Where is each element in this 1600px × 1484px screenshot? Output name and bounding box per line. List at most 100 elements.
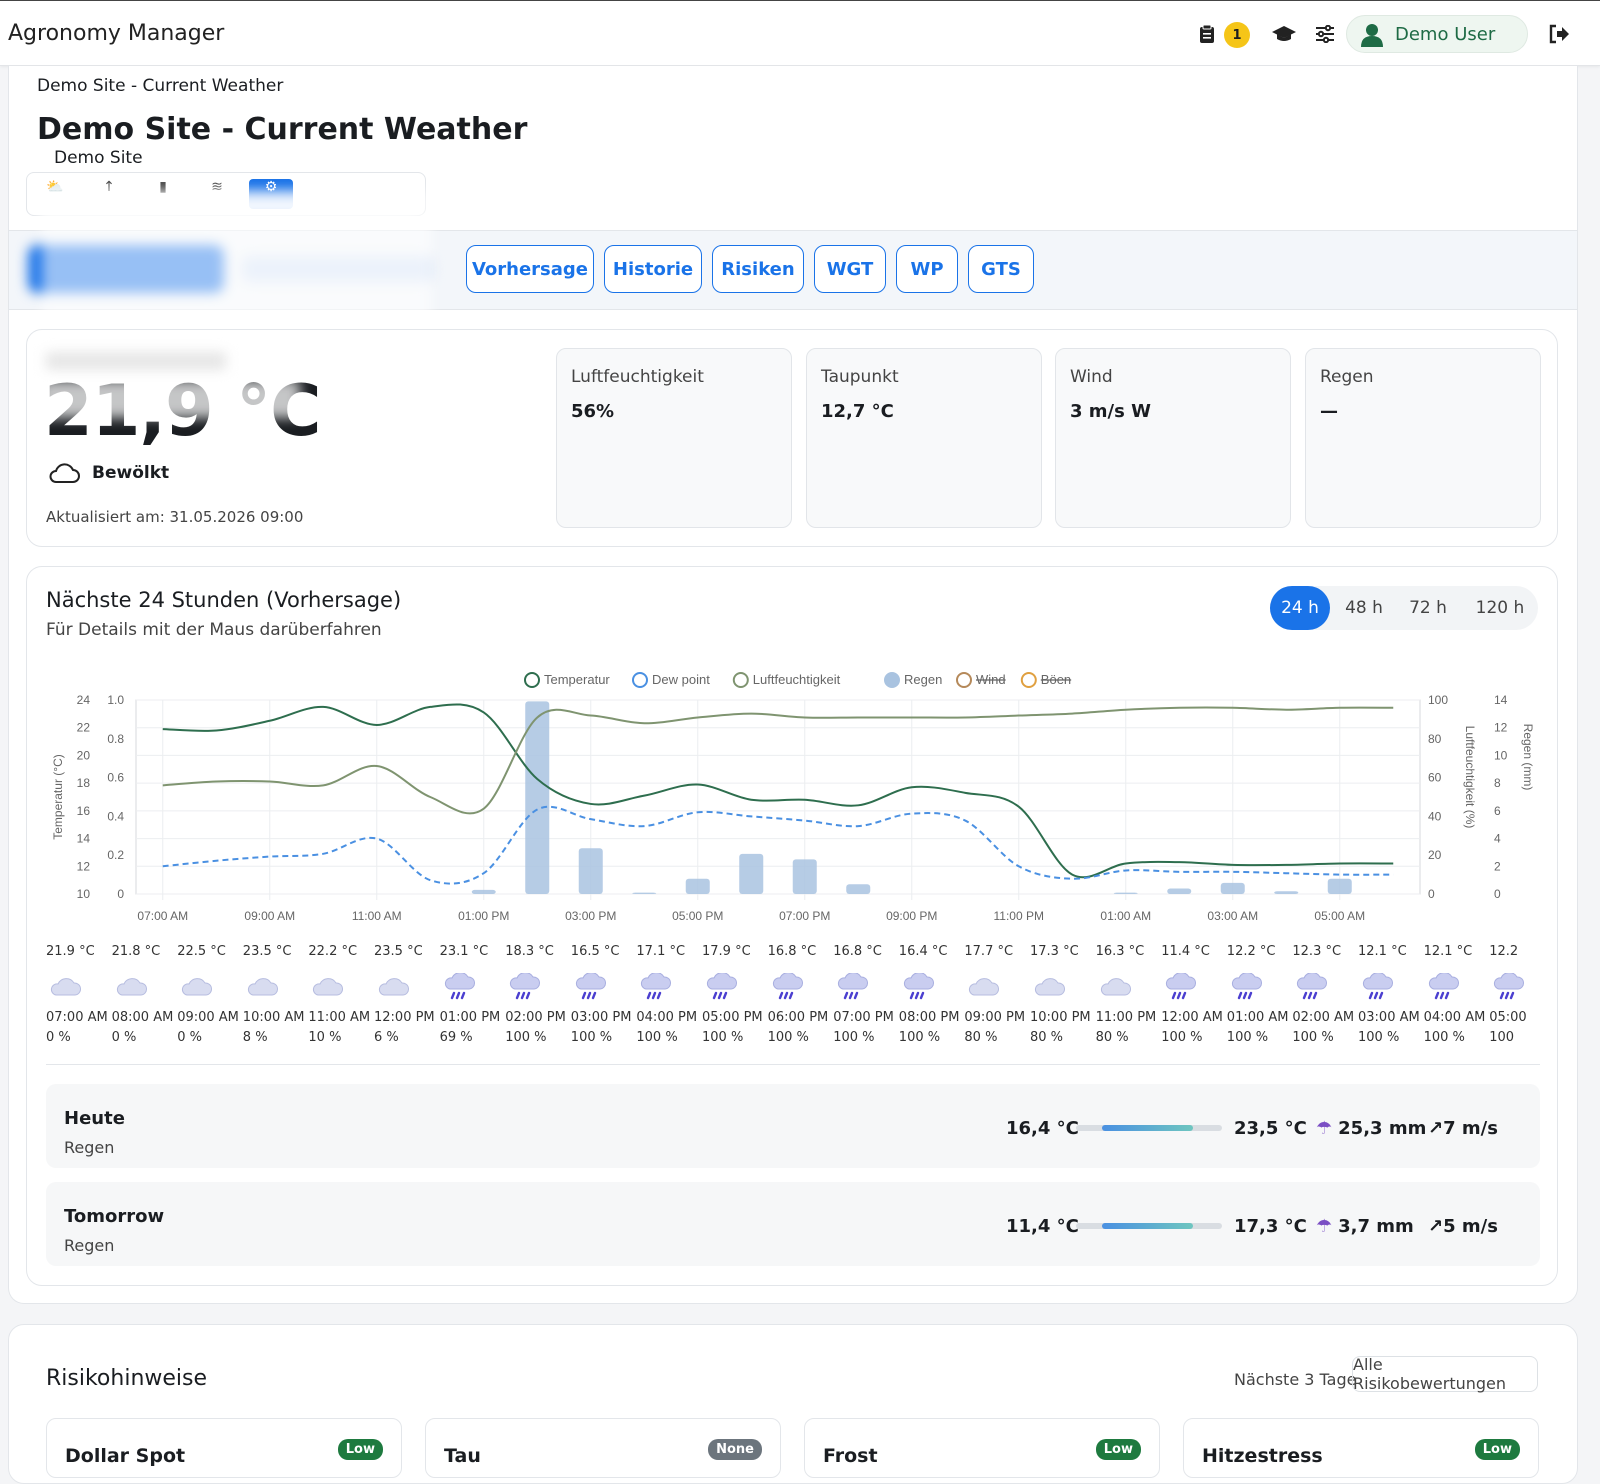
hourly-item[interactable]: 17.1 °C 04:00 PM 100 % bbox=[636, 944, 702, 1050]
hourly-item[interactable]: 17.7 °C 09:00 PM 80 % bbox=[964, 944, 1030, 1050]
hourly-item[interactable]: 23.5 °C 12:00 PM 6 % bbox=[374, 944, 440, 1050]
hour-probability: 100 % bbox=[898, 1030, 941, 1045]
hourly-item[interactable]: 22.2 °C 11:00 AM 10 % bbox=[308, 944, 374, 1050]
user-avatar-icon bbox=[1361, 24, 1383, 47]
day-row-tomorrow[interactable]: Tomorrow Regen 11,4 °C 17,3 °C ☂ 3,7 mm ↗… bbox=[46, 1182, 1540, 1266]
day-row-today[interactable]: Heute Regen 16,4 °C 23,5 °C ☂ 25,3 mm ↗7 … bbox=[46, 1084, 1540, 1168]
user-menu-button[interactable]: Demo User bbox=[1346, 15, 1528, 53]
hourly-item[interactable]: 18.3 °C 02:00 PM 100 % bbox=[505, 944, 571, 1050]
hour-time: 07:00 AM bbox=[46, 1010, 108, 1025]
hour-time: 02:00 AM bbox=[1292, 1010, 1355, 1025]
hourly-item[interactable]: 12.1 °C 04:00 AM 100 % bbox=[1424, 944, 1490, 1050]
y-tick-temp: 20 bbox=[77, 748, 91, 762]
stat-wind: Wind 3 m/s W bbox=[1055, 348, 1291, 528]
day-name: Tomorrow bbox=[64, 1206, 165, 1227]
hourly-item[interactable]: 16.3 °C 11:00 PM 80 % bbox=[1096, 944, 1162, 1050]
nav-tab-risiken[interactable]: Risiken bbox=[712, 245, 804, 293]
hour-time: 12:00 AM bbox=[1161, 1010, 1223, 1025]
hourly-item[interactable]: 12.2 05:00 100 bbox=[1489, 944, 1540, 1050]
cloud-icon bbox=[177, 964, 243, 1010]
hourly-item[interactable]: 23.5 °C 10:00 AM 8 % bbox=[243, 944, 309, 1050]
risk-item[interactable]: Hitzestress Low bbox=[1183, 1418, 1539, 1478]
app-title[interactable]: Agronomy Manager bbox=[8, 21, 224, 46]
y-axis-title-temp: Temperatur (°C) bbox=[51, 754, 65, 839]
hour-time: 08:00 PM bbox=[898, 1010, 960, 1025]
hourly-item[interactable]: 23.1 °C 01:00 PM 69 % bbox=[440, 944, 506, 1050]
hour-time: 09:00 AM bbox=[177, 1010, 239, 1025]
hourly-item[interactable]: 17.3 °C 10:00 PM 80 % bbox=[1030, 944, 1096, 1050]
stat-value: — bbox=[1320, 401, 1338, 422]
hour-temp: 23.5 °C bbox=[242, 944, 292, 959]
hour-temp: 16.4 °C bbox=[898, 944, 948, 959]
all-risks-button[interactable]: Alle Risikobewertungen bbox=[1352, 1355, 1538, 1393]
x-tick: 03:00 AM bbox=[1207, 909, 1258, 922]
hourly-item[interactable]: 11.4 °C 12:00 AM 100 % bbox=[1161, 944, 1227, 1050]
hour-time: 09:00 PM bbox=[964, 1010, 1026, 1025]
hour-temp: 12.1 °C bbox=[1358, 944, 1407, 959]
range-24h-button[interactable]: 24 h bbox=[1270, 586, 1330, 630]
rain-bar bbox=[685, 878, 710, 894]
hour-probability: 100 % bbox=[1423, 1030, 1465, 1045]
series-line-luftfeuchtigkeit bbox=[162, 706, 1394, 815]
hourly-item[interactable]: 12.2 °C 01:00 AM 100 % bbox=[1227, 944, 1293, 1050]
hour-probability: 8 % bbox=[242, 1030, 268, 1045]
clipboard-icon[interactable] bbox=[1196, 23, 1218, 45]
range-48h-button[interactable]: 48 h bbox=[1334, 586, 1394, 630]
hourly-item[interactable]: 16.5 °C 03:00 PM 100 % bbox=[571, 944, 637, 1050]
nav-tab-vorhersage[interactable]: Vorhersage bbox=[466, 245, 594, 293]
risk-item[interactable]: Tau None bbox=[425, 1418, 781, 1478]
hourly-item[interactable]: 17.9 °C 05:00 PM 100 % bbox=[702, 944, 768, 1050]
hourly-item[interactable]: 12.3 °C 02:00 AM 100 % bbox=[1292, 944, 1358, 1050]
breadcrumb: Demo Site - Current Weather bbox=[37, 76, 284, 96]
rain-cloud-icon bbox=[1489, 964, 1540, 1010]
series-line-temperatur bbox=[162, 703, 1394, 879]
hour-probability: 69 % bbox=[439, 1030, 473, 1045]
hour-probability: 100 % bbox=[1161, 1030, 1203, 1045]
hour-probability: 0 % bbox=[46, 1030, 71, 1045]
graduation-cap-icon[interactable] bbox=[1270, 23, 1298, 45]
day-rain: ☂ 25,3 mm bbox=[1316, 1118, 1426, 1139]
hourly-item[interactable]: 16.8 °C 06:00 PM 100 % bbox=[768, 944, 834, 1050]
range-120h-button[interactable]: 120 h bbox=[1464, 586, 1536, 630]
hour-time: 11:00 AM bbox=[308, 1010, 371, 1025]
rain-amount: 25,3 mm bbox=[1338, 1118, 1427, 1139]
legend-label: Luftfeuchtigkeit bbox=[753, 672, 841, 687]
hourly-item[interactable]: 21.9 °C 07:00 AM 0 % bbox=[46, 944, 112, 1050]
day-wind: ↗7 m/s bbox=[1428, 1118, 1498, 1139]
stat-label: Regen bbox=[1320, 367, 1374, 387]
nav-tab-wgt[interactable]: WGT bbox=[814, 245, 886, 293]
hourly-item[interactable]: 16.4 °C 08:00 PM 100 % bbox=[899, 944, 965, 1050]
risk-item[interactable]: Frost Low bbox=[804, 1418, 1160, 1478]
rain-bar bbox=[471, 889, 496, 894]
hour-time: 08:00 AM bbox=[111, 1010, 174, 1025]
notification-badge[interactable]: 1 bbox=[1224, 22, 1250, 48]
hourly-item[interactable]: 12.1 °C 03:00 AM 100 % bbox=[1358, 944, 1424, 1050]
day-min-temp: 16,4 °C bbox=[1006, 1118, 1079, 1139]
hour-temp: 22.2 °C bbox=[308, 944, 358, 959]
nav-tab-historie[interactable]: Historie bbox=[604, 245, 702, 293]
hourly-strip[interactable]: 21.9 °C 07:00 AM 0 % 21.8 °C 08:00 AM 0 % 22.5… bbox=[46, 944, 1540, 1052]
hour-temp: 21.9 °C bbox=[46, 944, 95, 959]
logout-icon[interactable] bbox=[1548, 23, 1570, 45]
condition-label: Bewölkt bbox=[92, 463, 170, 483]
rain-cloud-icon bbox=[1424, 964, 1490, 1010]
hour-temp: 17.9 °C bbox=[702, 944, 751, 959]
divider bbox=[46, 1064, 1540, 1065]
range-72h-button[interactable]: 72 h bbox=[1398, 586, 1458, 630]
hourly-item[interactable]: 22.5 °C 09:00 AM 0 % bbox=[177, 944, 243, 1050]
forecast-title: Nächste 24 Stunden (Vorhersage) bbox=[46, 588, 402, 612]
y-tick-temp: 18 bbox=[77, 776, 91, 790]
forecast-chart[interactable]: 101214161820222400.20.40.60.81.002040608… bbox=[0, 662, 1600, 922]
nav-tab-wp[interactable]: WP bbox=[896, 245, 958, 293]
nav-tab-gts[interactable]: GTS bbox=[968, 245, 1034, 293]
legend-label: Dew point bbox=[652, 672, 710, 687]
hour-time: 07:00 PM bbox=[833, 1010, 894, 1025]
forecast-subtitle: Für Details mit der Maus darüberfahren bbox=[46, 620, 382, 640]
range-selector: 24 h 48 h 72 h 120 h bbox=[1270, 586, 1538, 630]
hourly-item[interactable]: 21.8 °C 08:00 AM 0 % bbox=[112, 944, 178, 1050]
sliders-icon[interactable] bbox=[1314, 23, 1336, 45]
hourly-item[interactable]: 16.8 °C 07:00 PM 100 % bbox=[833, 944, 899, 1050]
risk-item[interactable]: Dollar Spot Low bbox=[46, 1418, 402, 1478]
rain-cloud-icon bbox=[505, 964, 571, 1010]
rain-cloud-icon bbox=[899, 964, 965, 1010]
